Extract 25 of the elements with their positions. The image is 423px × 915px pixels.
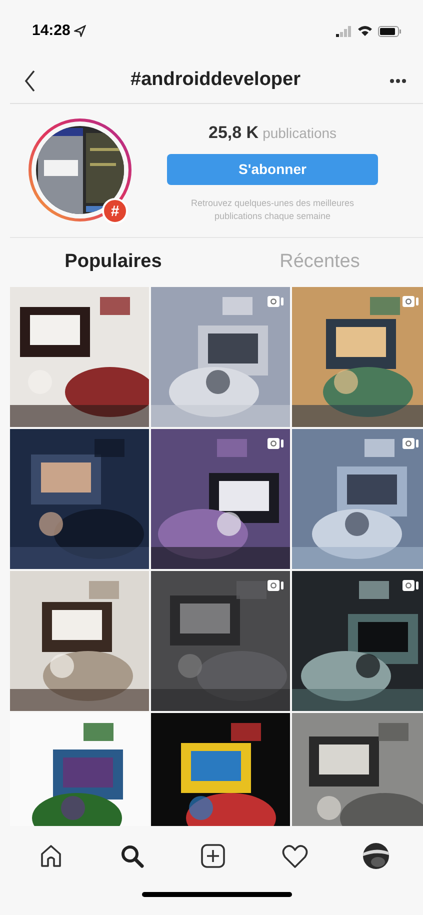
video-icon <box>402 295 419 308</box>
video-icon <box>267 295 284 308</box>
video-icon <box>402 579 419 592</box>
tab[interactable]: Récentes <box>216 238 423 287</box>
search-icon <box>120 844 144 868</box>
home-icon <box>38 843 63 869</box>
status-time: 14:28 <box>32 20 70 41</box>
tab[interactable]: Populaires <box>10 238 216 287</box>
post-count-label: publications <box>262 124 337 143</box>
post-count: 25,8 K <box>208 122 259 144</box>
video-icon <box>267 579 284 592</box>
battery-icon <box>378 26 401 36</box>
wifi-icon <box>357 25 373 37</box>
video-icon <box>402 437 419 450</box>
location-arrow-icon <box>74 25 86 37</box>
heart-icon <box>282 844 308 868</box>
hint-text: Retrouvez quelques-unes des meilleures publications chaque semaine <box>190 196 356 222</box>
add-post-icon <box>201 844 226 868</box>
follow-button[interactable]: S'abonner <box>167 154 378 184</box>
video-icon <box>267 437 284 450</box>
page-title: #androiddeveloper <box>130 68 300 92</box>
back-icon <box>24 68 36 92</box>
hashtag-badge: # <box>102 198 128 224</box>
more-icon <box>390 78 406 82</box>
signal-icon <box>336 26 352 36</box>
